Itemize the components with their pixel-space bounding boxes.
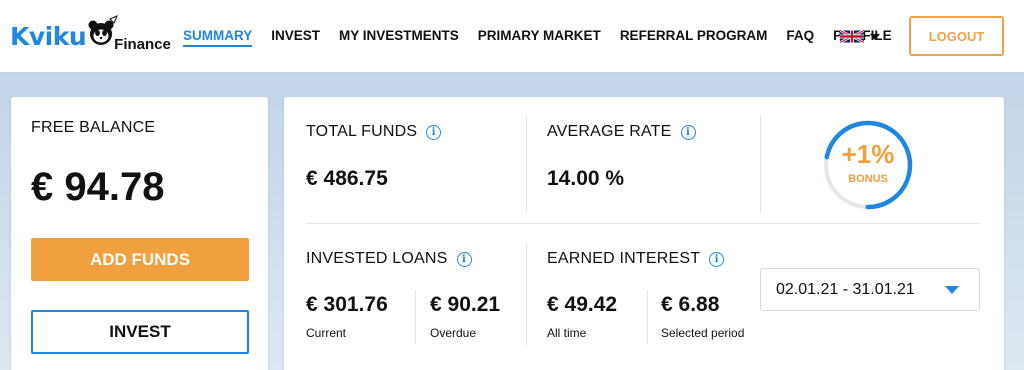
language-selector[interactable] <box>840 29 880 44</box>
average-rate-label-row: AVERAGE RATE i <box>547 123 696 141</box>
bonus-value: +1% <box>841 139 895 169</box>
chevron-down-icon <box>945 286 959 294</box>
logout-button[interactable]: LOGOUT <box>909 16 1004 56</box>
free-balance-label: FREE BALANCE <box>31 119 156 136</box>
invested-overdue-label: Overdue <box>430 326 477 340</box>
invested-overdue-value: € 90.21 <box>430 293 501 316</box>
divider <box>415 290 416 344</box>
nav-summary[interactable]: SUMMARY <box>183 28 253 47</box>
invested-loans-label-row: INVESTED LOANS i <box>306 250 472 268</box>
logo-sub-text: Finance <box>114 35 171 53</box>
bonus-badge: +1% BONUS <box>822 119 914 211</box>
add-funds-button[interactable]: ADD FUNDS <box>31 238 249 281</box>
earned-all-time-value: € 49.42 <box>547 293 618 316</box>
total-funds-label-row: TOTAL FUNDS i <box>306 123 442 141</box>
uk-flag-icon <box>840 29 864 44</box>
info-icon[interactable]: i <box>709 251 725 267</box>
earned-all-time-label: All time <box>547 326 587 340</box>
divider <box>526 242 527 346</box>
kviku-finance-logo[interactable]: Kviku Finance <box>10 14 180 58</box>
average-rate-label: AVERAGE RATE <box>547 123 672 140</box>
nav-invest[interactable]: INVEST <box>271 28 320 47</box>
divider <box>760 115 761 213</box>
average-rate-value: 14.00 % <box>547 167 625 190</box>
period-select-value: 02.01.21 - 31.01.21 <box>776 281 915 298</box>
divider <box>306 223 980 224</box>
invested-loans-label: INVESTED LOANS <box>306 250 448 267</box>
info-icon[interactable]: i <box>456 251 472 267</box>
logo-brand-text: Kviku <box>10 21 87 51</box>
invested-current-label: Current <box>306 326 347 340</box>
nav-primary-market[interactable]: PRIMARY MARKET <box>478 28 601 47</box>
chevron-down-icon <box>870 33 880 40</box>
nav-referral-program[interactable]: REFERRAL PROGRAM <box>620 28 768 47</box>
info-icon[interactable]: i <box>680 124 696 140</box>
free-balance-card: FREE BALANCE € 94.78 ADD FUNDS INVEST <box>11 97 268 370</box>
main-nav: SUMMARY INVEST MY INVESTMENTS PRIMARY MA… <box>183 28 911 47</box>
info-icon[interactable]: i <box>426 124 442 140</box>
earned-interest-label: EARNED INTEREST <box>547 250 701 267</box>
bonus-label: BONUS <box>848 173 888 185</box>
earned-selected-period-value: € 6.88 <box>661 293 720 316</box>
invested-current-value: € 301.76 <box>306 293 388 316</box>
divider <box>526 115 527 213</box>
total-funds-value: € 486.75 <box>306 167 388 190</box>
period-select[interactable]: 02.01.21 - 31.01.21 <box>760 268 980 311</box>
panda-icon <box>88 15 119 45</box>
total-funds-label: TOTAL FUNDS <box>306 123 418 140</box>
free-balance-value: € 94.78 <box>31 165 165 209</box>
nav-my-investments[interactable]: MY INVESTMENTS <box>339 28 459 47</box>
summary-stats-card: TOTAL FUNDS i € 486.75 AVERAGE RATE i 14… <box>284 97 1004 370</box>
divider <box>647 290 648 344</box>
top-header: Kviku Finance SUMMARY INVEST MY INVESTME… <box>0 0 1024 72</box>
earned-selected-period-label: Selected period <box>661 326 745 340</box>
invest-button[interactable]: INVEST <box>31 310 249 354</box>
earned-interest-label-row: EARNED INTEREST i <box>547 250 725 268</box>
nav-faq[interactable]: FAQ <box>786 28 814 47</box>
